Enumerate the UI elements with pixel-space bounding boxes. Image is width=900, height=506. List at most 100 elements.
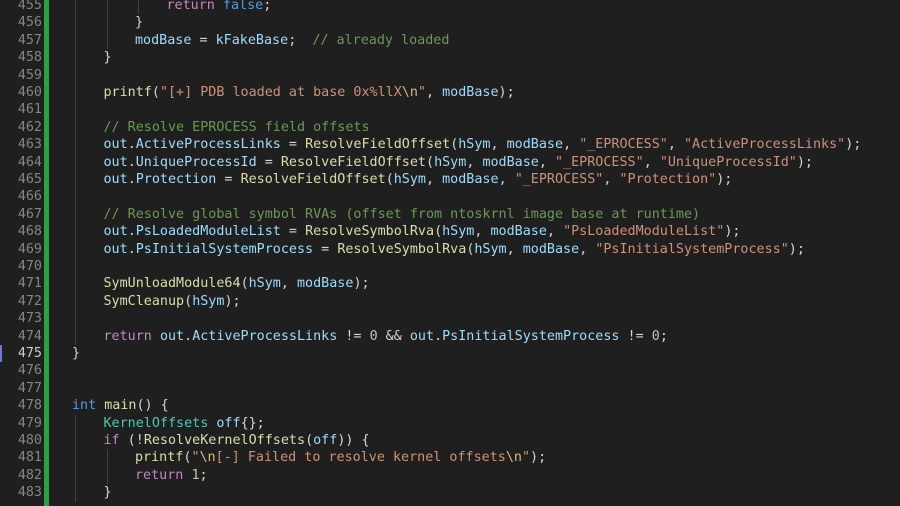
- code-token: );: [724, 224, 741, 240]
- code-text[interactable]: out.UniqueProcessId = ResolveFieldOffset…: [104, 154, 814, 171]
- code-token: ,: [603, 172, 620, 187]
- code-text[interactable]: }: [104, 484, 112, 501]
- line-number[interactable]: 477: [0, 380, 42, 397]
- line-number[interactable]: 470: [0, 258, 42, 275]
- code-line[interactable]: 477: [0, 380, 900, 397]
- line-number[interactable]: 473: [0, 310, 42, 327]
- code-text[interactable]: // Resolve EPROCESS field offsets: [104, 119, 370, 136]
- line-number[interactable]: 468: [0, 223, 42, 240]
- line-number[interactable]: 479: [0, 415, 42, 432]
- code-token: 0: [369, 328, 378, 344]
- code-token: modBase: [522, 241, 580, 257]
- line-number[interactable]: 478: [0, 397, 42, 414]
- code-line[interactable]: 471 SymUnloadModule64(hSym, modBase);: [0, 275, 900, 292]
- line-number[interactable]: 466: [0, 188, 42, 205]
- line-number[interactable]: 472: [0, 293, 42, 310]
- code-text[interactable]: KernelOffsets off{};: [104, 415, 265, 432]
- code-token: // Resolve EPROCESS field offsets: [103, 119, 370, 135]
- line-number[interactable]: 467: [0, 206, 42, 223]
- code-text[interactable]: return false;: [167, 0, 272, 14]
- line-number[interactable]: 474: [0, 328, 42, 345]
- code-line[interactable]: 476: [0, 362, 900, 379]
- code-text[interactable]: // Resolve global symbol RVAs (offset fr…: [104, 206, 701, 223]
- code-text[interactable]: printf("[+] PDB loaded at base 0x%llX\n"…: [104, 84, 515, 101]
- line-number[interactable]: 480: [0, 432, 42, 449]
- code-token: kFakeBase: [215, 32, 289, 48]
- code-token: PsInitialSystemProcess: [135, 241, 314, 257]
- line-number[interactable]: 475: [0, 345, 42, 362]
- code-line[interactable]: 459: [0, 67, 900, 84]
- code-line[interactable]: 462 // Resolve EPROCESS field offsets: [0, 119, 900, 136]
- code-text[interactable]: out.PsInitialSystemProcess = ResolveSymb…: [104, 241, 805, 258]
- code-line[interactable]: 460 printf("[+] PDB loaded at base 0x%llX…: [0, 84, 900, 101]
- code-line[interactable]: 458}: [0, 49, 900, 66]
- code-token: SymCleanup: [103, 293, 185, 309]
- code-line[interactable]: 483}: [0, 484, 900, 501]
- code-token: off: [216, 415, 241, 431]
- code-editor[interactable]: 455 return false; 456} 457 modBase = kFakeBa…: [0, 0, 900, 506]
- code-text[interactable]: modBase = kFakeBase; // already loaded: [135, 32, 449, 49]
- code-line[interactable]: 473: [0, 310, 900, 327]
- line-number[interactable]: 465: [0, 171, 42, 188]
- code-token: "UniqueProcessId": [659, 154, 797, 170]
- line-number[interactable]: 458: [0, 49, 42, 66]
- code-text[interactable]: out.PsLoadedModuleList = ResolveSymbolRv…: [104, 223, 741, 240]
- code-line[interactable]: 466: [0, 188, 900, 205]
- code-line[interactable]: 455 return false;: [0, 0, 900, 14]
- code-text[interactable]: int main() {: [72, 397, 169, 414]
- code-line[interactable]: 482 return 1;: [0, 467, 900, 484]
- code-line[interactable]: 478 int main() {: [0, 397, 900, 414]
- code-text[interactable]: }: [72, 345, 80, 362]
- line-number[interactable]: 456: [0, 14, 42, 31]
- code-line[interactable]: 463 out.ActiveProcessLinks = ResolveField…: [0, 136, 900, 153]
- code-text[interactable]: SymCleanup(hSym);: [104, 293, 241, 310]
- line-number[interactable]: 481: [0, 449, 42, 466]
- code-token: ,: [667, 137, 684, 153]
- code-text[interactable]: if (!ResolveKernelOffsets(off)) {: [104, 432, 370, 449]
- code-token: =: [216, 172, 241, 187]
- line-number[interactable]: 462: [0, 119, 42, 136]
- code-token: ": [191, 450, 200, 466]
- line-number[interactable]: 476: [0, 362, 42, 379]
- line-number[interactable]: 461: [0, 101, 42, 118]
- code-line[interactable]: 481 printf("\n[-] Failed to resolve kerne…: [0, 449, 900, 466]
- line-number[interactable]: 469: [0, 241, 42, 258]
- code-text[interactable]: return 1;: [135, 467, 208, 484]
- code-line[interactable]: 457 modBase = kFakeBase; // already loade…: [0, 32, 900, 49]
- code-line[interactable]: 467 // Resolve global symbol RVAs (offset…: [0, 206, 900, 223]
- code-token: ResolveFieldOffset: [280, 154, 426, 170]
- code-line[interactable]: 470: [0, 258, 900, 275]
- code-line[interactable]: 475}: [0, 345, 900, 362]
- line-number[interactable]: 482: [0, 467, 42, 484]
- code-token: "[+] PDB loaded at base 0x%llX: [159, 85, 402, 100]
- line-number[interactable]: 463: [0, 136, 42, 153]
- code-text[interactable]: return out.ActiveProcessLinks != 0 && ou…: [104, 328, 668, 345]
- code-text[interactable]: out.ActiveProcessLinks = ResolveFieldOff…: [104, 136, 862, 153]
- line-number[interactable]: 459: [0, 67, 42, 84]
- code-token: ResolveFieldOffset: [305, 137, 451, 153]
- code-text[interactable]: }: [135, 14, 143, 31]
- code-line[interactable]: 465 out.Protection = ResolveFieldOffset(h…: [0, 171, 900, 188]
- code-token: "_EPROCESS": [514, 172, 604, 187]
- code-line[interactable]: 469 out.PsInitialSystemProcess = ResolveS…: [0, 241, 900, 258]
- code-text[interactable]: printf("\n[-] Failed to resolve kernel o…: [135, 449, 546, 466]
- code-line[interactable]: 464 out.UniqueProcessId = ResolveFieldOff…: [0, 154, 900, 171]
- code-line[interactable]: 480 if (!ResolveKernelOffsets(off)) {: [0, 432, 900, 449]
- line-number[interactable]: 460: [0, 84, 42, 101]
- code-line[interactable]: 461: [0, 101, 900, 118]
- code-text[interactable]: out.Protection = ResolveFieldOffset(hSym…: [104, 171, 733, 188]
- line-number[interactable]: 483: [0, 484, 42, 501]
- code-line[interactable]: 479 KernelOffsets off{};: [0, 415, 900, 432]
- line-number[interactable]: 457: [0, 32, 42, 49]
- code-line[interactable]: 468 out.PsLoadedModuleList = ResolveSymbo…: [0, 223, 900, 240]
- code-text[interactable]: SymUnloadModule64(hSym, modBase);: [104, 275, 370, 292]
- line-number[interactable]: 464: [0, 154, 42, 171]
- line-number[interactable]: 455: [0, 0, 42, 14]
- code-line[interactable]: 472 SymCleanup(hSym);: [0, 293, 900, 310]
- code-line[interactable]: 474 return out.ActiveProcessLinks != 0 &&…: [0, 328, 900, 345]
- code-token: out: [103, 224, 128, 240]
- code-line[interactable]: 456}: [0, 14, 900, 31]
- code-text[interactable]: }: [104, 49, 112, 66]
- code-token: )) {: [337, 433, 370, 448]
- line-number[interactable]: 471: [0, 275, 42, 292]
